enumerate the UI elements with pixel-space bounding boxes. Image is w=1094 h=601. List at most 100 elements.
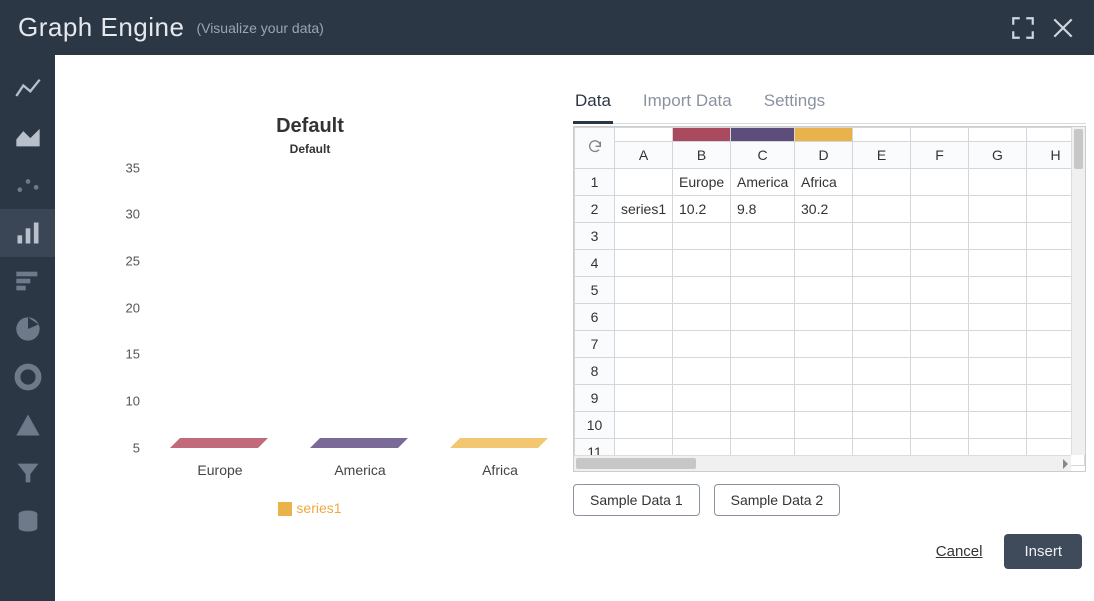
- cell-D9[interactable]: [795, 385, 853, 412]
- cell-G9[interactable]: [969, 385, 1027, 412]
- cell-A7[interactable]: [615, 331, 673, 358]
- tab-settings[interactable]: Settings: [762, 85, 827, 123]
- sidebar-item-horizontal-bar[interactable]: [0, 257, 55, 305]
- cell-A2[interactable]: series1: [615, 196, 673, 223]
- cell-A3[interactable]: [615, 223, 673, 250]
- cell-F1[interactable]: [911, 169, 969, 196]
- row-header-9[interactable]: 9: [575, 385, 615, 412]
- cell-E6[interactable]: [853, 304, 911, 331]
- cell-G4[interactable]: [969, 250, 1027, 277]
- column-header-A[interactable]: A: [615, 142, 673, 169]
- cell-G7[interactable]: [969, 331, 1027, 358]
- cell-C4[interactable]: [731, 250, 795, 277]
- cell-A8[interactable]: [615, 358, 673, 385]
- cell-D7[interactable]: [795, 331, 853, 358]
- cell-A4[interactable]: [615, 250, 673, 277]
- cell-B4[interactable]: [673, 250, 731, 277]
- row-header-7[interactable]: 7: [575, 331, 615, 358]
- cell-B5[interactable]: [673, 277, 731, 304]
- column-header-F[interactable]: F: [911, 142, 969, 169]
- cell-D4[interactable]: [795, 250, 853, 277]
- cell-D10[interactable]: [795, 412, 853, 439]
- cell-B10[interactable]: [673, 412, 731, 439]
- sample-data-2-button[interactable]: Sample Data 2: [714, 484, 841, 516]
- row-header-1[interactable]: 1: [575, 169, 615, 196]
- insert-button[interactable]: Insert: [1004, 534, 1082, 569]
- column-header-E[interactable]: E: [853, 142, 911, 169]
- sidebar-item-bar[interactable]: [0, 209, 55, 257]
- cell-D8[interactable]: [795, 358, 853, 385]
- cancel-button[interactable]: Cancel: [936, 543, 983, 560]
- cell-C7[interactable]: [731, 331, 795, 358]
- row-header-3[interactable]: 3: [575, 223, 615, 250]
- sidebar-item-funnel[interactable]: [0, 449, 55, 497]
- row-header-10[interactable]: 10: [575, 412, 615, 439]
- cell-C2[interactable]: 9.8: [731, 196, 795, 223]
- grid-scrollbar-horizontal[interactable]: [574, 455, 1071, 471]
- sample-data-1-button[interactable]: Sample Data 1: [573, 484, 700, 516]
- cell-E3[interactable]: [853, 223, 911, 250]
- grid-refresh-button[interactable]: [575, 128, 615, 169]
- cell-G5[interactable]: [969, 277, 1027, 304]
- data-grid[interactable]: ABCDEFGH1EuropeAmericaAfrica2series110.2…: [573, 126, 1086, 472]
- sidebar-item-line[interactable]: [0, 65, 55, 113]
- fullscreen-icon[interactable]: [1010, 15, 1036, 41]
- cell-G2[interactable]: [969, 196, 1027, 223]
- cell-D5[interactable]: [795, 277, 853, 304]
- sidebar-item-doughnut[interactable]: [0, 353, 55, 401]
- cell-E8[interactable]: [853, 358, 911, 385]
- cell-E9[interactable]: [853, 385, 911, 412]
- cell-D2[interactable]: 30.2: [795, 196, 853, 223]
- row-header-2[interactable]: 2: [575, 196, 615, 223]
- cell-F9[interactable]: [911, 385, 969, 412]
- cell-G8[interactable]: [969, 358, 1027, 385]
- cell-A9[interactable]: [615, 385, 673, 412]
- column-header-B[interactable]: B: [673, 142, 731, 169]
- cell-F7[interactable]: [911, 331, 969, 358]
- column-header-G[interactable]: G: [969, 142, 1027, 169]
- cell-B8[interactable]: [673, 358, 731, 385]
- cell-A5[interactable]: [615, 277, 673, 304]
- cell-F6[interactable]: [911, 304, 969, 331]
- cell-C9[interactable]: [731, 385, 795, 412]
- cell-E7[interactable]: [853, 331, 911, 358]
- row-header-5[interactable]: 5: [575, 277, 615, 304]
- cell-B3[interactable]: [673, 223, 731, 250]
- cell-B1[interactable]: Europe: [673, 169, 731, 196]
- cell-B2[interactable]: 10.2: [673, 196, 731, 223]
- column-header-D[interactable]: D: [795, 142, 853, 169]
- cell-F2[interactable]: [911, 196, 969, 223]
- cell-F4[interactable]: [911, 250, 969, 277]
- tab-data[interactable]: Data: [573, 85, 613, 124]
- cell-A10[interactable]: [615, 412, 673, 439]
- grid-scrollbar-vertical[interactable]: [1071, 127, 1085, 455]
- cell-D3[interactable]: [795, 223, 853, 250]
- row-header-6[interactable]: 6: [575, 304, 615, 331]
- cell-C3[interactable]: [731, 223, 795, 250]
- sidebar-item-pie[interactable]: [0, 305, 55, 353]
- cell-E2[interactable]: [853, 196, 911, 223]
- cell-C8[interactable]: [731, 358, 795, 385]
- cell-F10[interactable]: [911, 412, 969, 439]
- cell-F3[interactable]: [911, 223, 969, 250]
- sidebar-item-area[interactable]: [0, 113, 55, 161]
- cell-F8[interactable]: [911, 358, 969, 385]
- cell-E4[interactable]: [853, 250, 911, 277]
- cell-F5[interactable]: [911, 277, 969, 304]
- cell-G3[interactable]: [969, 223, 1027, 250]
- close-icon[interactable]: [1050, 15, 1076, 41]
- sidebar-item-scatter[interactable]: [0, 161, 55, 209]
- cell-A1[interactable]: [615, 169, 673, 196]
- cell-B6[interactable]: [673, 304, 731, 331]
- cell-B9[interactable]: [673, 385, 731, 412]
- cell-C6[interactable]: [731, 304, 795, 331]
- cell-C5[interactable]: [731, 277, 795, 304]
- tab-import-data[interactable]: Import Data: [641, 85, 734, 123]
- row-header-8[interactable]: 8: [575, 358, 615, 385]
- sidebar-item-pyramid[interactable]: [0, 401, 55, 449]
- cell-E5[interactable]: [853, 277, 911, 304]
- cell-E1[interactable]: [853, 169, 911, 196]
- cell-G1[interactable]: [969, 169, 1027, 196]
- cell-C10[interactable]: [731, 412, 795, 439]
- cell-E10[interactable]: [853, 412, 911, 439]
